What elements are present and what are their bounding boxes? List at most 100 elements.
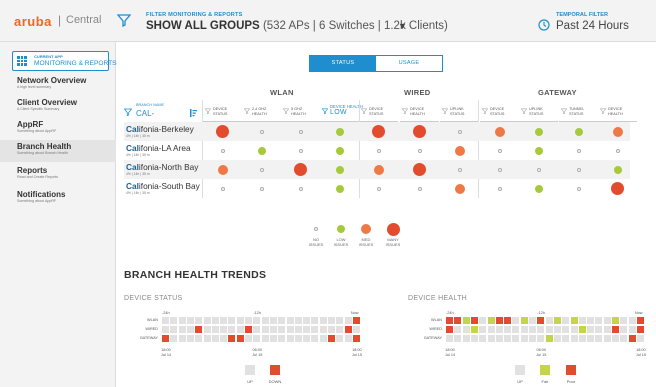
heatmap-cell-health[interactable] [495, 317, 503, 324]
heatmap-cell-health[interactable] [636, 317, 644, 324]
status-dot-med[interactable] [494, 126, 505, 137]
column-header[interactable]: DEVICE STATUS [203, 100, 242, 122]
status-dot-many[interactable] [372, 125, 385, 138]
heatmap-cell-health[interactable] [553, 335, 561, 342]
heatmap-cell-health[interactable] [446, 335, 453, 342]
filter-icon[interactable] [561, 108, 567, 114]
status-dot-none[interactable] [417, 186, 422, 191]
heatmap-cell-health[interactable] [578, 317, 586, 324]
heatmap-cell-status[interactable] [261, 317, 269, 324]
heatmap-cell-status[interactable] [228, 335, 236, 342]
column-header[interactable]: UPLINK STATUS [519, 100, 558, 122]
heatmap-cell-status[interactable] [319, 335, 327, 342]
filter-icon[interactable] [117, 13, 131, 27]
chevron-down-icon[interactable]: ▼ [398, 21, 407, 31]
heatmap-cell-health[interactable] [537, 326, 545, 333]
heatmap-cell-health[interactable] [446, 317, 453, 324]
status-dot-none[interactable] [259, 167, 264, 172]
heatmap-cell-status[interactable] [303, 317, 311, 324]
status-dot-none[interactable] [457, 129, 462, 134]
heatmap-cell-health[interactable] [612, 317, 619, 324]
heatmap-cell-status[interactable] [269, 326, 277, 333]
heatmap-cell-status[interactable] [278, 317, 286, 324]
heatmap-cell-health[interactable] [562, 326, 570, 333]
heatmap-cell-health[interactable] [454, 317, 462, 324]
heatmap-cell-status[interactable] [286, 326, 294, 333]
heatmap-cell-health[interactable] [520, 317, 528, 324]
heatmap-cell-health[interactable] [470, 317, 478, 324]
heatmap-cell-status[interactable] [170, 317, 178, 324]
status-dot-none[interactable] [497, 148, 502, 153]
sidebar-item-notifications[interactable]: Notifications Something about AppRF [0, 188, 116, 210]
filter-icon[interactable] [402, 108, 408, 114]
column-header[interactable]: 2.4 GHZ HEALTH [242, 100, 281, 122]
heatmap-cell-health[interactable] [462, 335, 470, 342]
status-dot-none[interactable] [298, 148, 303, 153]
heatmap-cell-status[interactable] [203, 317, 211, 324]
heatmap-cell-status[interactable] [195, 317, 203, 324]
column-header[interactable]: DEVICE STATUS [359, 100, 398, 122]
heatmap-cell-status[interactable] [328, 326, 335, 333]
heatmap-cell-health[interactable] [587, 317, 595, 324]
heatmap-cell-health[interactable] [479, 335, 487, 342]
heatmap-cell-status[interactable] [203, 326, 211, 333]
column-header[interactable]: DEVICE HEALTH LOW [320, 100, 363, 122]
heatmap-cell-status[interactable] [303, 326, 311, 333]
heatmap-cell-status[interactable] [336, 317, 344, 324]
status-dot-med[interactable] [454, 145, 465, 156]
sidebar-item-client-overview[interactable]: Client Overview A Client Specific Summar… [0, 96, 116, 118]
heatmap-cell-status[interactable] [186, 335, 194, 342]
heatmap-cell-status[interactable] [220, 335, 228, 342]
heatmap-cell-status[interactable] [328, 335, 335, 342]
heatmap-cell-health[interactable] [470, 335, 478, 342]
heatmap-cell-status[interactable] [286, 335, 294, 342]
heatmap-cell-health[interactable] [529, 326, 536, 333]
status-dot-low[interactable] [574, 127, 583, 136]
column-header[interactable]: DEVICE HEALTH [598, 100, 637, 122]
heatmap-cell-health[interactable] [553, 326, 561, 333]
heatmap-cell-status[interactable] [162, 317, 169, 324]
heatmap-cell-status[interactable] [211, 335, 219, 342]
heatmap-cell-health[interactable] [529, 317, 536, 324]
heatmap-cell-status[interactable] [294, 317, 302, 324]
branch-name[interactable]: Califonia-Berkeley [126, 124, 194, 134]
status-dot-none[interactable] [457, 167, 462, 172]
tab-status[interactable]: STATUS [310, 56, 376, 71]
clock-history-icon[interactable] [538, 19, 550, 31]
heatmap-cell-status[interactable] [228, 326, 236, 333]
heatmap-cell-health[interactable] [504, 317, 512, 324]
heatmap-cell-health[interactable] [495, 326, 503, 333]
heatmap-cell-status[interactable] [195, 335, 203, 342]
status-dot-none[interactable] [298, 186, 303, 191]
status-dot-many[interactable] [611, 182, 624, 195]
filter-icon[interactable] [521, 108, 527, 114]
column-header[interactable]: 5 GHZ HEALTH [281, 100, 320, 122]
sidebar-item-branch-health[interactable]: Branch Health Something about Branch Hea… [0, 140, 116, 162]
heatmap-cell-status[interactable] [294, 326, 302, 333]
heatmap-cell-status[interactable] [344, 317, 352, 324]
status-dot-many[interactable] [294, 163, 307, 176]
status-dot-med[interactable] [454, 183, 465, 194]
heatmap-cell-status[interactable] [278, 326, 286, 333]
status-dot-many[interactable] [413, 163, 426, 176]
heatmap-cell-status[interactable] [352, 335, 360, 342]
heatmap-cell-status[interactable] [261, 335, 269, 342]
aruba-logo[interactable]: aruba [14, 14, 52, 29]
heatmap-cell-status[interactable] [178, 317, 186, 324]
heatmap-cell-health[interactable] [570, 326, 578, 333]
heatmap-cell-health[interactable] [570, 317, 578, 324]
status-dot-none[interactable] [259, 186, 264, 191]
heatmap-cell-status[interactable] [170, 326, 178, 333]
status-dot-low[interactable] [534, 127, 543, 136]
heatmap-cell-status[interactable] [303, 335, 311, 342]
heatmap-cell-health[interactable] [537, 335, 545, 342]
status-dot-med[interactable] [612, 126, 623, 137]
heatmap-cell-health[interactable] [553, 317, 561, 324]
heatmap-cell-health[interactable] [603, 326, 611, 333]
heatmap-cell-status[interactable] [319, 317, 327, 324]
heatmap-cell-status[interactable] [352, 317, 360, 324]
heatmap-cell-health[interactable] [636, 335, 644, 342]
heatmap-cell-health[interactable] [504, 326, 512, 333]
status-dot-low[interactable] [534, 184, 543, 193]
heatmap-cell-status[interactable] [211, 326, 219, 333]
